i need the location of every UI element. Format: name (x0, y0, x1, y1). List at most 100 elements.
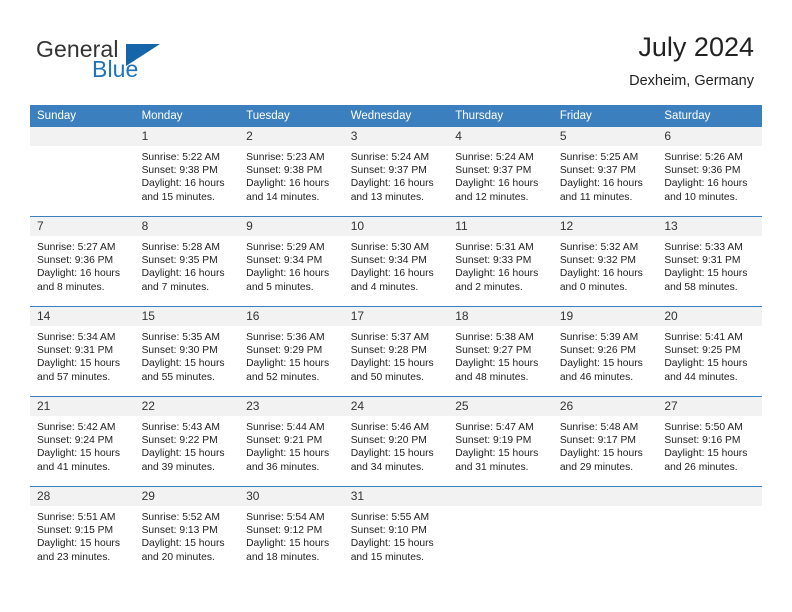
sunset-text: Sunset: 9:19 PM (455, 435, 532, 447)
sunset-text: Sunset: 9:28 PM (350, 345, 427, 357)
sunrise-text: Sunrise: 5:44 AM (246, 422, 325, 433)
calendar-day-cell[interactable]: 13 Sunrise: 5:33 AM Sunset: 9:31 PM Dayligh… (657, 216, 762, 307)
day-number: 24 (343, 397, 449, 416)
daylight-text-line1: Daylight: 15 hours (664, 448, 748, 460)
calendar-day-cell[interactable]: 9 Sunrise: 5:29 AM Sunset: 9:34 PM Daylight… (239, 216, 344, 307)
daylight-text-line1: Daylight: 15 hours (350, 538, 434, 550)
calendar-day-cell[interactable]: 15 Sunrise: 5:35 AM Sunset: 9:30 PM Dayligh… (134, 306, 240, 397)
calendar-day-cell[interactable]: 28 Sunrise: 5:51 AM Sunset: 9:15 PM Dayligh… (30, 486, 135, 576)
day-details: Sunrise: 5:31 AM Sunset: 9:33 PM Daylight:… (448, 236, 553, 294)
daylight-text-line1: Daylight: 15 hours (37, 448, 120, 460)
calendar-day-cell[interactable]: 25 Sunrise: 5:47 AM Sunset: 9:19 PM Dayligh… (448, 396, 553, 487)
sunrise-text: Sunrise: 5:50 AM (664, 422, 743, 433)
sunset-text: Sunset: 9:22 PM (141, 435, 218, 447)
day-number: 31 (343, 487, 449, 506)
daylight-text-line1: Daylight: 16 hours (350, 268, 434, 280)
calendar-week-row: 1 Sunrise: 5:22 AM Sunset: 9:38 PM Daylight… (30, 127, 762, 217)
calendar-day-cell[interactable]: 18 Sunrise: 5:38 AM Sunset: 9:27 PM Dayligh… (448, 306, 553, 397)
calendar-day-cell[interactable]: 3 Sunrise: 5:24 AM Sunset: 9:37 PM Daylight… (343, 127, 449, 217)
calendar-day-cell[interactable]: 14 Sunrise: 5:34 AM Sunset: 9:31 PM Dayligh… (30, 306, 135, 397)
day-details: Sunrise: 5:35 AM Sunset: 9:30 PM Daylight:… (135, 326, 240, 384)
day-details: Sunrise: 5:33 AM Sunset: 9:31 PM Daylight:… (657, 236, 762, 294)
calendar-day-cell[interactable]: 6 Sunrise: 5:26 AM Sunset: 9:36 PM Daylight… (657, 127, 762, 217)
calendar-day-cell[interactable]: 10 Sunrise: 5:30 AM Sunset: 9:34 PM Dayligh… (343, 216, 449, 307)
calendar-day-cell[interactable]: 1 Sunrise: 5:22 AM Sunset: 9:38 PM Daylight… (134, 127, 240, 217)
calendar-day-cell[interactable]: 12 Sunrise: 5:32 AM Sunset: 9:32 PM Dayligh… (552, 216, 658, 307)
calendar-day-cell[interactable] (30, 127, 135, 217)
calendar-day-cell[interactable]: 11 Sunrise: 5:31 AM Sunset: 9:33 PM Dayligh… (448, 216, 553, 307)
day-details: Sunrise: 5:42 AM Sunset: 9:24 PM Daylight:… (30, 416, 135, 474)
calendar-day-cell[interactable]: 7 Sunrise: 5:27 AM Sunset: 9:36 PM Daylight… (30, 216, 135, 307)
sunset-text: Sunset: 9:37 PM (559, 165, 636, 177)
day-details: Sunrise: 5:29 AM Sunset: 9:34 PM Daylight:… (239, 236, 344, 294)
calendar-day-cell[interactable]: 16 Sunrise: 5:36 AM Sunset: 9:29 PM Dayligh… (239, 306, 344, 397)
calendar-day-cell[interactable]: 2 Sunrise: 5:23 AM Sunset: 9:38 PM Daylight… (239, 127, 344, 217)
weekday-header-tuesday: Tuesday (239, 105, 344, 127)
sunset-text: Sunset: 9:33 PM (455, 255, 532, 267)
calendar-day-cell[interactable] (552, 486, 658, 576)
calendar-week-row: 28 Sunrise: 5:51 AM Sunset: 9:15 PM Dayligh… (30, 486, 762, 576)
calendar-day-cell[interactable]: 19 Sunrise: 5:39 AM Sunset: 9:26 PM Dayligh… (552, 306, 658, 397)
sunset-text: Sunset: 9:29 PM (246, 345, 323, 357)
weekday-header-wednesday: Wednesday (343, 105, 449, 127)
calendar-day-cell[interactable]: 26 Sunrise: 5:48 AM Sunset: 9:17 PM Dayligh… (552, 396, 658, 487)
calendar-day-cell[interactable]: 4 Sunrise: 5:24 AM Sunset: 9:37 PM Daylight… (448, 127, 553, 217)
sunset-text: Sunset: 9:26 PM (559, 345, 636, 357)
calendar-day-cell[interactable]: 24 Sunrise: 5:46 AM Sunset: 9:20 PM Dayligh… (343, 396, 449, 487)
daylight-text-line2: and 8 minutes. (37, 281, 105, 293)
sunrise-text: Sunrise: 5:26 AM (664, 152, 743, 163)
day-details: Sunrise: 5:51 AM Sunset: 9:15 PM Daylight:… (30, 506, 135, 564)
calendar-day-cell[interactable]: 27 Sunrise: 5:50 AM Sunset: 9:16 PM Dayligh… (657, 396, 762, 487)
day-number: 2 (239, 127, 344, 146)
day-details: Sunrise: 5:24 AM Sunset: 9:37 PM Daylight:… (344, 146, 449, 204)
logo-text-blue: Blue (92, 56, 139, 82)
daylight-text-line2: and 26 minutes. (664, 461, 738, 473)
day-number: 29 (134, 487, 240, 506)
sunset-text: Sunset: 9:36 PM (664, 165, 741, 177)
day-details: Sunrise: 5:41 AM Sunset: 9:25 PM Daylight:… (657, 326, 762, 384)
daylight-text-line1: Daylight: 15 hours (559, 448, 643, 460)
calendar-day-cell[interactable]: 5 Sunrise: 5:25 AM Sunset: 9:37 PM Daylight… (552, 127, 658, 217)
daylight-text-line1: Daylight: 16 hours (246, 178, 330, 190)
day-number: 26 (552, 397, 658, 416)
daylight-text-line2: and 15 minutes. (350, 551, 424, 563)
daylight-text-line1: Daylight: 15 hours (664, 358, 748, 370)
sunset-text: Sunset: 9:20 PM (350, 435, 427, 447)
sunset-text: Sunset: 9:21 PM (246, 435, 323, 447)
calendar-day-cell[interactable]: 17 Sunrise: 5:37 AM Sunset: 9:28 PM Dayligh… (343, 306, 449, 397)
sunrise-text: Sunrise: 5:24 AM (455, 152, 534, 163)
sunset-text: Sunset: 9:37 PM (350, 165, 427, 177)
general-blue-logo[interactable]: General Blue (36, 36, 216, 88)
day-number: 7 (30, 217, 135, 236)
calendar-day-cell[interactable]: 20 Sunrise: 5:41 AM Sunset: 9:25 PM Dayligh… (657, 306, 762, 397)
sunrise-text: Sunrise: 5:47 AM (455, 422, 534, 433)
daylight-text-line1: Daylight: 15 hours (141, 448, 225, 460)
calendar-day-cell[interactable] (657, 486, 762, 576)
day-details: Sunrise: 5:27 AM Sunset: 9:36 PM Daylight:… (30, 236, 135, 294)
day-details: Sunrise: 5:47 AM Sunset: 9:19 PM Daylight:… (448, 416, 553, 474)
day-number: 1 (134, 127, 240, 146)
day-number: 13 (657, 217, 762, 236)
day-details: Sunrise: 5:48 AM Sunset: 9:17 PM Daylight:… (553, 416, 658, 474)
sunset-text: Sunset: 9:16 PM (664, 435, 741, 447)
sunrise-text: Sunrise: 5:24 AM (350, 152, 430, 163)
calendar-day-cell[interactable]: 23 Sunrise: 5:44 AM Sunset: 9:21 PM Dayligh… (239, 396, 344, 487)
sunrise-text: Sunrise: 5:39 AM (559, 332, 639, 343)
daylight-text-line2: and 12 minutes. (455, 191, 529, 203)
sunset-text: Sunset: 9:36 PM (37, 255, 114, 267)
sunset-text: Sunset: 9:27 PM (455, 345, 532, 357)
calendar-day-cell[interactable]: 22 Sunrise: 5:43 AM Sunset: 9:22 PM Dayligh… (134, 396, 240, 487)
calendar-day-cell[interactable] (448, 486, 553, 576)
calendar-day-cell[interactable]: 8 Sunrise: 5:28 AM Sunset: 9:35 PM Daylight… (134, 216, 240, 307)
calendar-day-cell[interactable]: 30 Sunrise: 5:54 AM Sunset: 9:12 PM Dayligh… (239, 486, 344, 576)
day-number: 19 (552, 307, 658, 326)
calendar-page: General Blue July 2024 Dexheim, Germany … (0, 0, 792, 612)
calendar-day-cell[interactable]: 21 Sunrise: 5:42 AM Sunset: 9:24 PM Dayligh… (30, 396, 135, 487)
day-number (657, 487, 762, 506)
sunrise-text: Sunrise: 5:22 AM (141, 152, 220, 163)
sunset-text: Sunset: 9:24 PM (37, 435, 114, 447)
daylight-text-line1: Daylight: 15 hours (350, 448, 434, 460)
calendar-day-cell[interactable]: 29 Sunrise: 5:52 AM Sunset: 9:13 PM Dayligh… (134, 486, 240, 576)
weekday-header-thursday: Thursday (448, 105, 553, 127)
calendar-day-cell[interactable]: 31 Sunrise: 5:55 AM Sunset: 9:10 PM Dayligh… (343, 486, 449, 576)
